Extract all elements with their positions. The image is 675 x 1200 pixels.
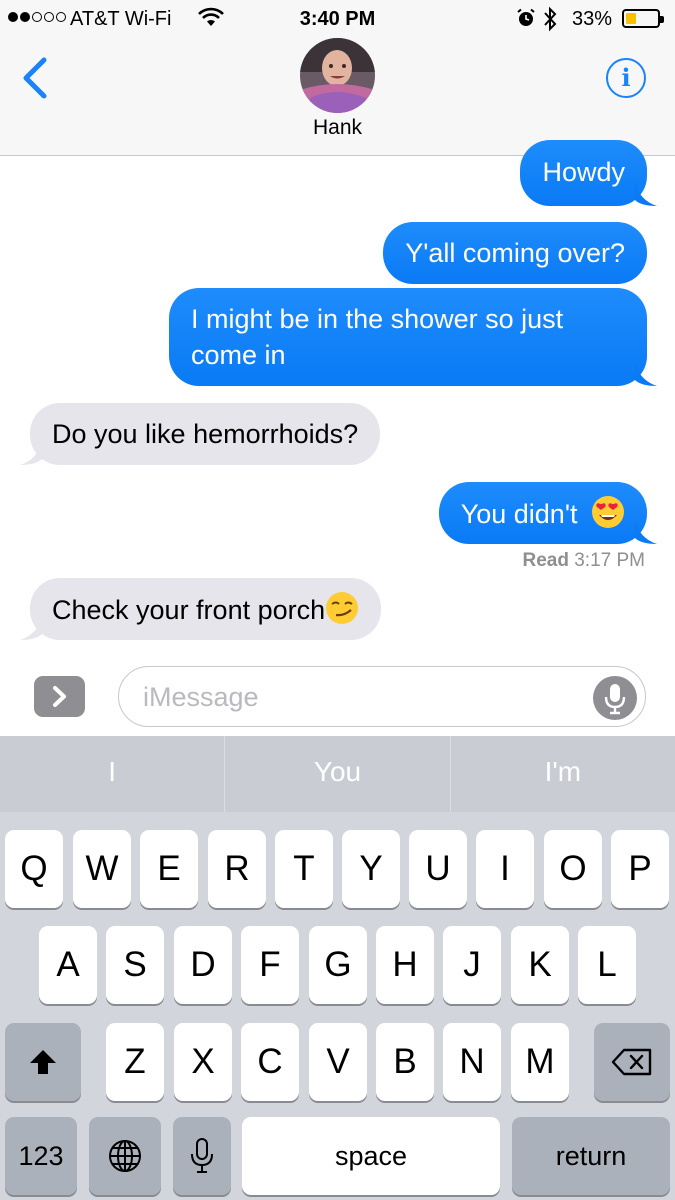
- message-text: Do you like hemorrhoids?: [52, 419, 359, 449]
- info-icon: i: [621, 63, 631, 92]
- globe-key[interactable]: [89, 1117, 161, 1195]
- message-text-line: I might be in the shower so just: [191, 304, 564, 334]
- message-text: Y'all coming over?: [405, 238, 625, 268]
- dictation-button[interactable]: [593, 676, 637, 720]
- contact-name[interactable]: Hank: [0, 116, 675, 140]
- message-received[interactable]: Do you like hemorrhoids?: [20, 403, 381, 465]
- key-p[interactable]: P: [611, 830, 669, 908]
- message-received[interactable]: Check your front porch: [20, 578, 382, 640]
- back-button[interactable]: [16, 56, 56, 100]
- predictive-bar: I You I'm: [0, 736, 675, 812]
- space-key[interactable]: space: [242, 1117, 500, 1195]
- message-input[interactable]: [143, 677, 583, 717]
- prediction-suggestion[interactable]: I'm: [451, 736, 675, 812]
- key-n[interactable]: N: [443, 1023, 501, 1101]
- key-v[interactable]: V: [309, 1023, 367, 1101]
- delete-key[interactable]: [594, 1023, 670, 1101]
- key-h[interactable]: H: [376, 926, 434, 1004]
- key-c[interactable]: C: [241, 1023, 299, 1101]
- bluetooth-icon: [542, 6, 558, 38]
- backspace-icon: [611, 1048, 652, 1076]
- key-j[interactable]: J: [443, 926, 501, 1004]
- battery-percent: 33%: [572, 8, 613, 30]
- prediction-suggestion[interactable]: I: [0, 736, 226, 812]
- key-a[interactable]: A: [39, 926, 97, 1004]
- key-r[interactable]: R: [208, 830, 266, 908]
- status-bar: AT&T Wi-Fi 3:40 PM 33%: [0, 0, 675, 38]
- imessage-field[interactable]: [118, 666, 646, 727]
- keyboard: Q W E R T Y U I O P A S D F G H J K L Z …: [0, 812, 675, 1200]
- chevron-right-icon: [53, 686, 66, 707]
- globe-icon: [109, 1140, 141, 1172]
- message-sent[interactable]: You didn't: [438, 482, 657, 544]
- key-o[interactable]: O: [544, 830, 602, 908]
- avatar[interactable]: [300, 38, 375, 113]
- key-g[interactable]: G: [309, 926, 367, 1004]
- key-x[interactable]: X: [174, 1023, 232, 1101]
- read-label: Read: [522, 550, 569, 571]
- battery-level: [626, 13, 636, 24]
- key-u[interactable]: U: [409, 830, 467, 908]
- numbers-key[interactable]: 123: [5, 1117, 77, 1195]
- conversation-header: Hank i: [0, 38, 675, 156]
- expand-apps-button[interactable]: [34, 676, 85, 717]
- chevron-left-icon: [23, 57, 47, 99]
- message-sent[interactable]: Howdy: [520, 140, 657, 206]
- key-d[interactable]: D: [174, 926, 232, 1004]
- key-y[interactable]: Y: [342, 830, 400, 908]
- prediction-suggestion[interactable]: You: [225, 736, 451, 812]
- message-text: Check your front porch: [52, 595, 326, 625]
- heart-eyes-emoji-icon: [592, 496, 624, 528]
- key-l[interactable]: L: [578, 926, 636, 1004]
- shift-key[interactable]: [5, 1023, 81, 1101]
- read-time: 3:17 PM: [574, 550, 645, 571]
- key-z[interactable]: Z: [106, 1023, 164, 1101]
- microphone-icon: [604, 684, 626, 715]
- key-t[interactable]: T: [275, 830, 333, 908]
- key-k[interactable]: K: [511, 926, 569, 1004]
- shift-arrow-icon: [30, 1050, 56, 1074]
- key-f[interactable]: F: [241, 926, 299, 1004]
- key-q[interactable]: Q: [5, 830, 63, 908]
- message-text: You didn't: [460, 499, 578, 529]
- info-button[interactable]: i: [606, 58, 646, 98]
- microphone-icon: [191, 1138, 213, 1173]
- smirk-emoji-icon: [326, 592, 359, 624]
- key-m[interactable]: M: [511, 1023, 569, 1101]
- key-s[interactable]: S: [106, 926, 164, 1004]
- key-e[interactable]: E: [140, 830, 198, 908]
- message-sent[interactable]: Y'all coming over?: [383, 222, 647, 284]
- dictation-key[interactable]: [173, 1117, 231, 1195]
- message-sent[interactable]: I might be in the shower so just come in: [169, 288, 657, 386]
- read-receipt: Read 3:17 PM: [522, 550, 645, 572]
- key-i[interactable]: I: [476, 830, 534, 908]
- alarm-icon: [516, 8, 536, 34]
- key-b[interactable]: B: [376, 1023, 434, 1101]
- battery-icon: [622, 9, 664, 28]
- message-text-line: come in: [191, 340, 286, 370]
- return-key[interactable]: return: [512, 1117, 670, 1195]
- message-text: Howdy: [542, 157, 625, 187]
- key-w[interactable]: W: [73, 830, 131, 908]
